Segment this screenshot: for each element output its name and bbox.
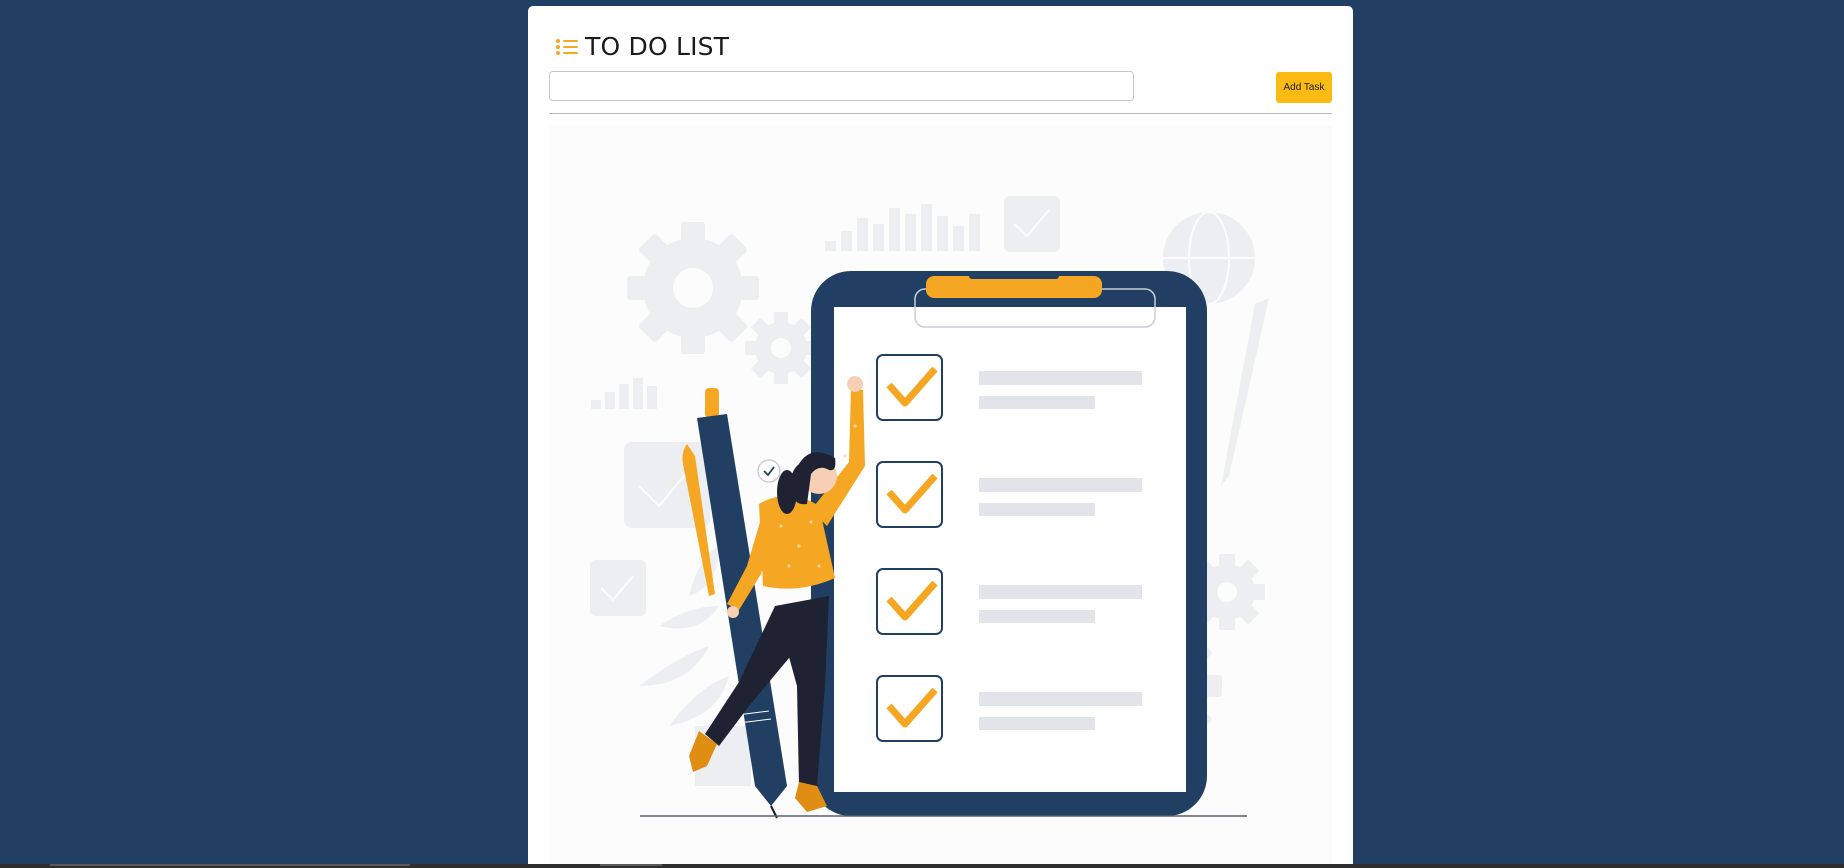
task-input[interactable] bbox=[549, 71, 1134, 101]
clipboard bbox=[811, 271, 1207, 816]
checklist-illustration bbox=[590, 196, 1269, 819]
bottom-bar-segment bbox=[600, 864, 662, 866]
add-task-button[interactable]: Add Task bbox=[1276, 72, 1332, 103]
todo-card: TO DO LIST Add Task bbox=[528, 6, 1353, 868]
bottom-bar-segment bbox=[50, 864, 410, 866]
list-icon bbox=[556, 38, 578, 55]
page-title: TO DO LIST bbox=[585, 32, 730, 61]
app-header: TO DO LIST bbox=[555, 32, 729, 61]
empty-state-illustration-area bbox=[549, 126, 1332, 868]
divider bbox=[549, 113, 1332, 114]
